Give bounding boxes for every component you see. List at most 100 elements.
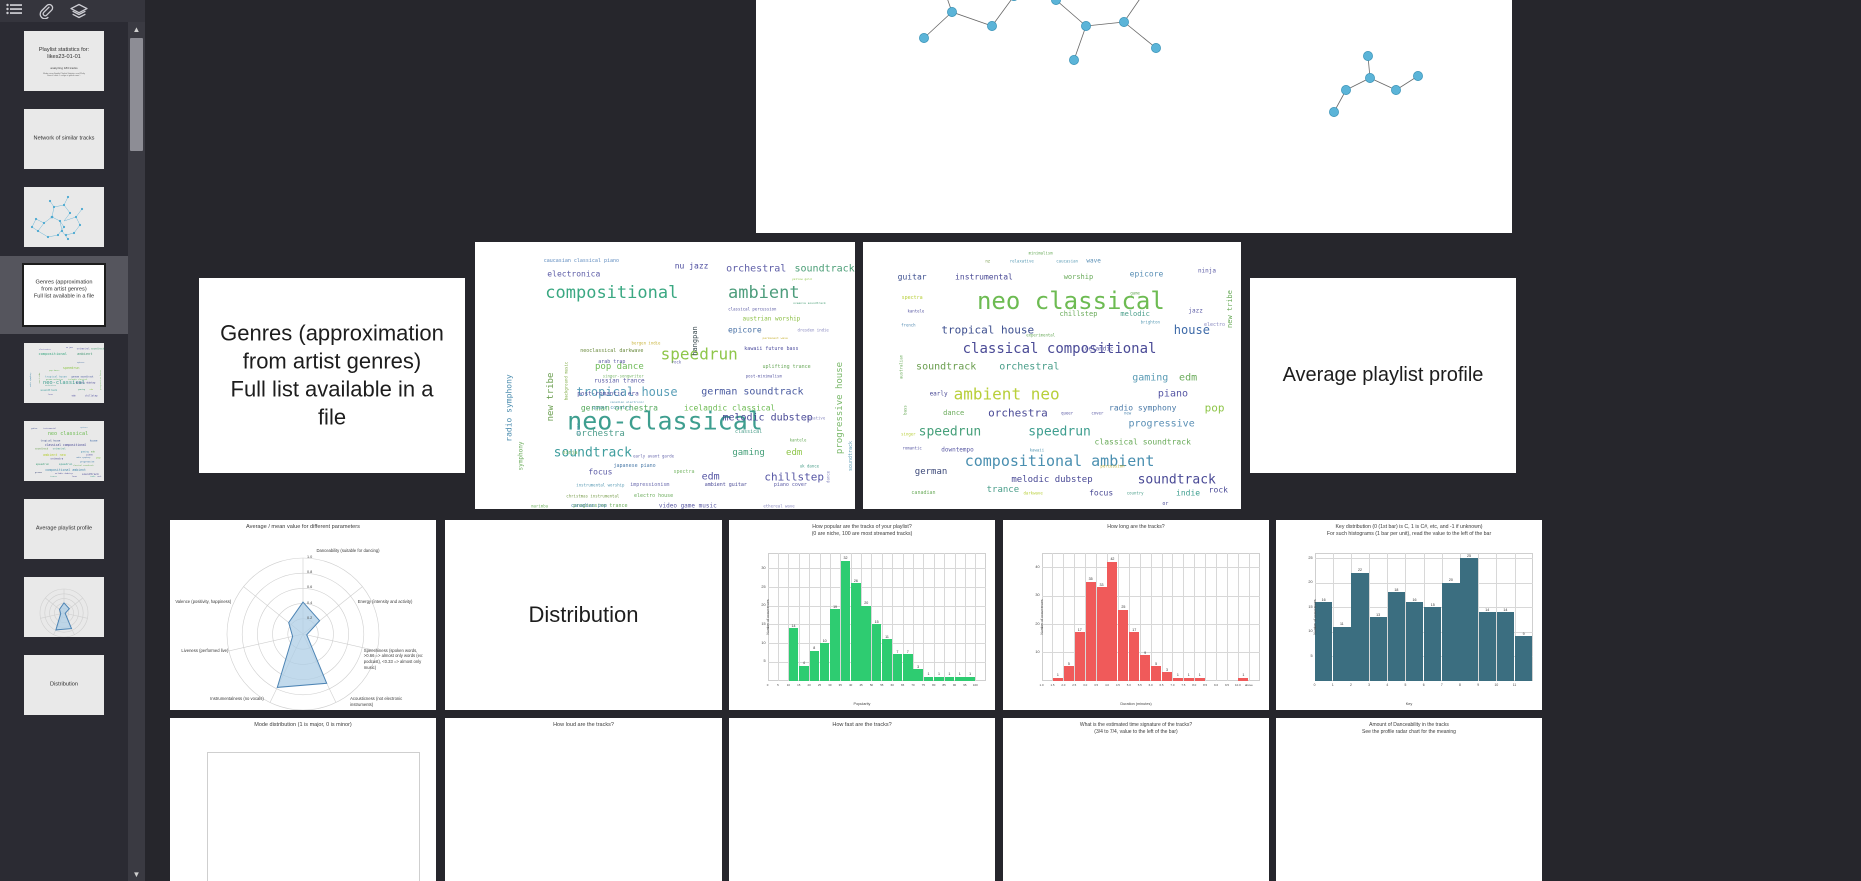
slide-duration-histogram[interactable]: How long are the tracks? 10 20 30 40 1 5 17 35 33… [1003, 520, 1269, 710]
wordcloud-word: epicore [80, 427, 88, 430]
bar [1140, 655, 1151, 681]
slide-title-text: Average playlist profile [1282, 363, 1484, 386]
bar [1314, 602, 1333, 681]
bar-value-label: 16 [1412, 597, 1417, 602]
wordcloud-word: speedrun [35, 461, 50, 466]
slide-genres-section[interactable]: Genres (approximation from artist genres)… [199, 278, 465, 473]
wordcloud-1: neo-classical compositional ambient speedru… [475, 242, 855, 509]
layers-icon[interactable] [70, 3, 88, 19]
bar [965, 676, 975, 681]
bar-value-label: 11 [1339, 622, 1344, 627]
slide-danceability-histogram[interactable]: Amount of Danceability in the tracks See … [1276, 718, 1542, 881]
slide-wordcloud-2[interactable]: neo classical classical compositional comp… [863, 242, 1241, 509]
chart-title: Key distribution (0 (1st bar) is C, 1 is… [1326, 524, 1492, 538]
y-axis-label: Number of occurrences [765, 599, 770, 635]
bar [1478, 612, 1496, 681]
bar-value-label: 1 [1242, 673, 1245, 678]
grid-line [1194, 553, 1196, 681]
wordcloud-word: electronica [547, 269, 601, 279]
x-axis-tick: 7 [1440, 682, 1443, 687]
wordcloud-word: nu jazz [65, 347, 74, 350]
wordcloud-word: radio symphony [504, 373, 514, 442]
slide-time-signature-histogram[interactable]: What is the estimated time signature of … [1003, 718, 1269, 881]
slide-sorter-canvas[interactable]: Genres (approximation from artist genres)… [145, 0, 1861, 881]
x-axis-tick: 9 [1477, 682, 1480, 687]
wordcloud-word: new tribe [546, 372, 556, 422]
bar-value-label: 25 [1467, 553, 1472, 558]
slide-distribution-section[interactable]: Distribution [445, 520, 722, 710]
bar [1514, 636, 1533, 681]
slide-thumbnail-1[interactable]: Playlist statistics for: likes23-01-01 an… [0, 22, 128, 100]
slide-key-histogram[interactable]: Key distribution (0 (1st bar) is C, 1 is… [1276, 520, 1542, 710]
scrollbar-thumb[interactable] [130, 38, 143, 151]
slide-wordcloud-1[interactable]: neo-classical compositional ambient speedru… [475, 242, 855, 509]
bar [1118, 609, 1129, 681]
bar [1085, 581, 1096, 681]
bar [809, 650, 820, 681]
bar [1074, 632, 1085, 681]
wordcloud-mini-2: neo classical classical compositional comp… [24, 421, 104, 481]
attachment-icon[interactable] [38, 3, 56, 19]
grid-line [767, 605, 986, 607]
slide-thumbnail-list[interactable]: Playlist statistics for: likes23-01-01 an… [0, 22, 128, 881]
x-axis-tick: 3 [1368, 682, 1371, 687]
outline-view-icon[interactable] [6, 3, 24, 19]
slide-thumbnail-9[interactable]: Distribution [0, 646, 128, 724]
slide-thumbnail-3[interactable] [0, 178, 128, 256]
grid-line [1237, 553, 1239, 681]
slide-thumbnail-5[interactable]: neo-classical compositional ambient speedru… [0, 334, 128, 412]
thumbnail-content: neo classical classical compositional comp… [24, 421, 104, 481]
wordcloud-word: ambient guitar [704, 481, 747, 488]
wordcloud-word: gaming [732, 447, 765, 458]
bar [934, 676, 944, 681]
wordcloud-word: ethereal wave [763, 503, 795, 509]
radar-r-tick: 1.0 [307, 555, 313, 559]
slide-network-graph[interactable] [756, 0, 1512, 233]
bar-value-label: 3 [917, 664, 920, 669]
slide-panel: Playlist statistics for: likes23-01-01 an… [0, 0, 145, 881]
chart-title: How popular are the tracks of your playl… [811, 524, 913, 538]
slide-thumbnail-6[interactable]: neo classical classical compositional comp… [0, 412, 128, 490]
slide-popularity-histogram[interactable]: How popular are the tracks of your playl… [729, 520, 995, 710]
slide-thumbnail-2[interactable]: Network of similar tracks [0, 100, 128, 178]
wordcloud-word: trance [50, 475, 58, 478]
slide-thumbnail-4[interactable]: Genres (approximation from artist genres)… [0, 256, 128, 334]
slide-title-text: Genres (approximation from artist genres)… [220, 320, 444, 430]
wordcloud-word: compositional [545, 282, 679, 303]
radar-r-tick: 0.6 [307, 585, 313, 590]
slide-mode-distribution[interactable]: Mode distribution (1 is major, 0 is mino… [170, 718, 436, 881]
slide-panel-scrollbar[interactable]: ▲ ▼ [128, 22, 145, 881]
wordcloud-word: tropical house [941, 323, 1035, 337]
x-axis-tick: 10 [1494, 682, 1499, 687]
wordcloud-word: classical compositional [44, 443, 87, 447]
bar [861, 605, 872, 681]
wordcloud-word: electro [1203, 321, 1226, 328]
slide-average-profile-section[interactable]: Average playlist profile [1250, 278, 1516, 473]
wordcloud-word: dance [943, 408, 965, 417]
y-axis-label: Number of occurrences [1312, 599, 1317, 635]
grid-line [1226, 553, 1228, 681]
radar-axis-label: Energy (intensity and activity) [357, 599, 413, 605]
slide-thumbnail-7[interactable]: Average playlist profile [0, 490, 128, 568]
wordcloud-word: spectra [673, 468, 695, 475]
grid-line [1052, 553, 1054, 681]
wordcloud-word: country [1126, 490, 1144, 496]
wordcloud-word: austrian worship [742, 315, 801, 323]
slide-tempo-histogram[interactable]: How fast are the tracks? [729, 718, 995, 881]
scroll-up-arrow-icon[interactable]: ▲ [128, 22, 145, 36]
scroll-down-arrow-icon[interactable]: ▼ [128, 867, 145, 881]
chart-title: Average / mean value for different param… [246, 524, 360, 530]
plot-frame [207, 752, 421, 881]
wordcloud-word: impressionism [630, 481, 670, 488]
y-axis-tick: 20 [761, 603, 766, 608]
slide-radar-chart[interactable]: Average / mean value for different param… [170, 520, 436, 710]
wordcloud-word: electronica [39, 349, 51, 352]
wordcloud-word: downtempo [941, 446, 974, 454]
slide-thumbnail-8[interactable] [0, 568, 128, 646]
wordcloud-word: uplifting trance [762, 364, 811, 371]
slide-loudness-histogram[interactable]: How loud are the tracks? [445, 718, 722, 881]
wordcloud-word: neoclassical darkwave [580, 348, 644, 355]
duration-histogram: How long are the tracks? 10 20 30 40 1 5 17 35 33… [1003, 520, 1269, 710]
wordcloud-word: bergen indie [631, 340, 661, 346]
wordcloud-word: relaxative [1009, 258, 1034, 264]
